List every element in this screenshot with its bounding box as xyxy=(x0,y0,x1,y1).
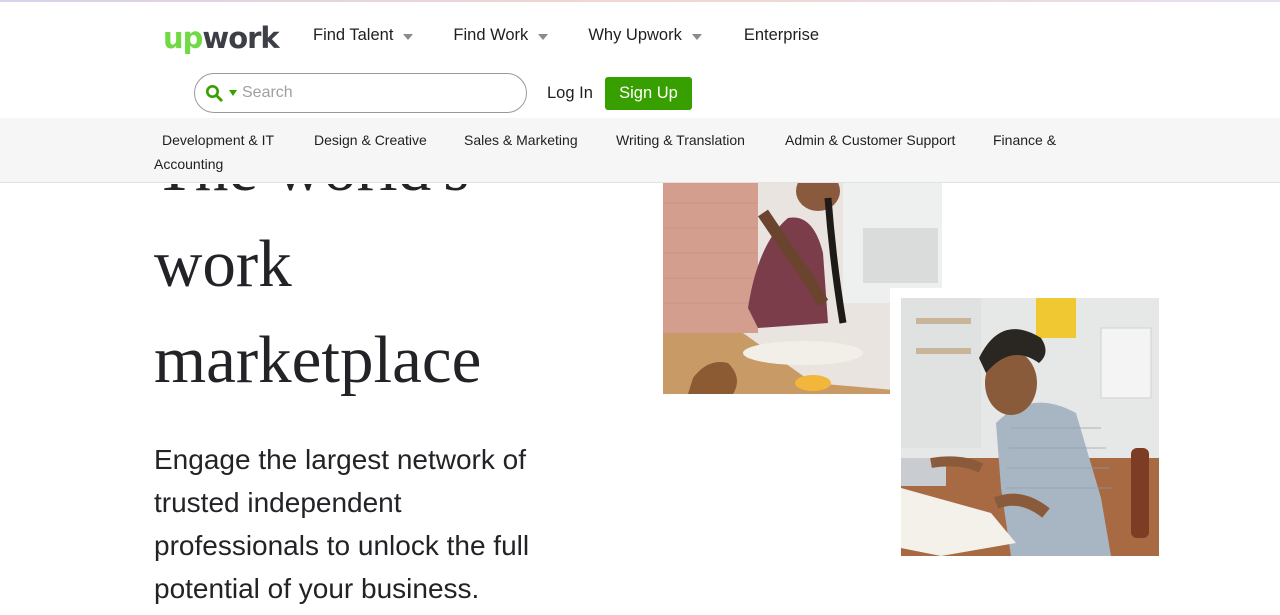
nav-why-upwork-label: Why Upwork xyxy=(588,26,682,44)
nav-find-talent-label: Find Talent xyxy=(313,26,394,44)
category-admin-support[interactable]: Admin & Customer Support xyxy=(785,132,955,148)
nav-enterprise[interactable]: Enterprise xyxy=(744,26,819,45)
category-writing-translation[interactable]: Writing & Translation xyxy=(616,132,745,148)
search-bar xyxy=(194,73,527,113)
hero-title-line1: The world's xyxy=(154,184,614,216)
category-bar: Development & IT Design & Creative Sales… xyxy=(0,118,1280,183)
hero-photo-man xyxy=(901,298,1159,556)
nav-why-upwork[interactable]: Why Upwork xyxy=(588,26,702,45)
chevron-down-icon xyxy=(538,33,549,40)
hero-title-line3: marketplace xyxy=(154,323,482,397)
category-design-creative[interactable]: Design & Creative xyxy=(314,132,427,148)
logo-work-text: work xyxy=(202,21,279,55)
hero-title: The world's work marketplace xyxy=(154,184,614,408)
main-nav: Find Talent Find Work Why Upwork Enterpr… xyxy=(313,26,859,45)
nav-enterprise-label: Enterprise xyxy=(743,26,820,44)
logo-up-text: up xyxy=(163,21,203,55)
search-input[interactable] xyxy=(242,84,502,102)
chevron-down-icon xyxy=(691,33,702,40)
nav-find-work-label: Find Work xyxy=(453,26,529,44)
category-accounting[interactable]: Accounting xyxy=(154,156,223,172)
category-finance[interactable]: Finance & xyxy=(993,132,1056,148)
hero-subtitle: Engage the largest network of trusted in… xyxy=(154,444,530,604)
hero-title-line2: work xyxy=(154,227,292,301)
upwork-logo[interactable]: upwork xyxy=(163,20,280,56)
search-type-dropdown-icon[interactable] xyxy=(229,90,237,96)
chevron-down-icon xyxy=(403,33,414,40)
category-development-it[interactable]: Development & IT xyxy=(162,132,274,148)
login-link[interactable]: Log In xyxy=(547,84,593,103)
search-icon[interactable] xyxy=(205,84,223,102)
site-header: upwork Find Talent Find Work Why Upwork … xyxy=(0,2,1280,118)
category-sales-marketing[interactable]: Sales & Marketing xyxy=(464,132,578,148)
nav-find-talent[interactable]: Find Talent xyxy=(313,26,414,45)
nav-find-work[interactable]: Find Work xyxy=(453,26,549,45)
signup-button[interactable]: Sign Up xyxy=(605,77,692,110)
